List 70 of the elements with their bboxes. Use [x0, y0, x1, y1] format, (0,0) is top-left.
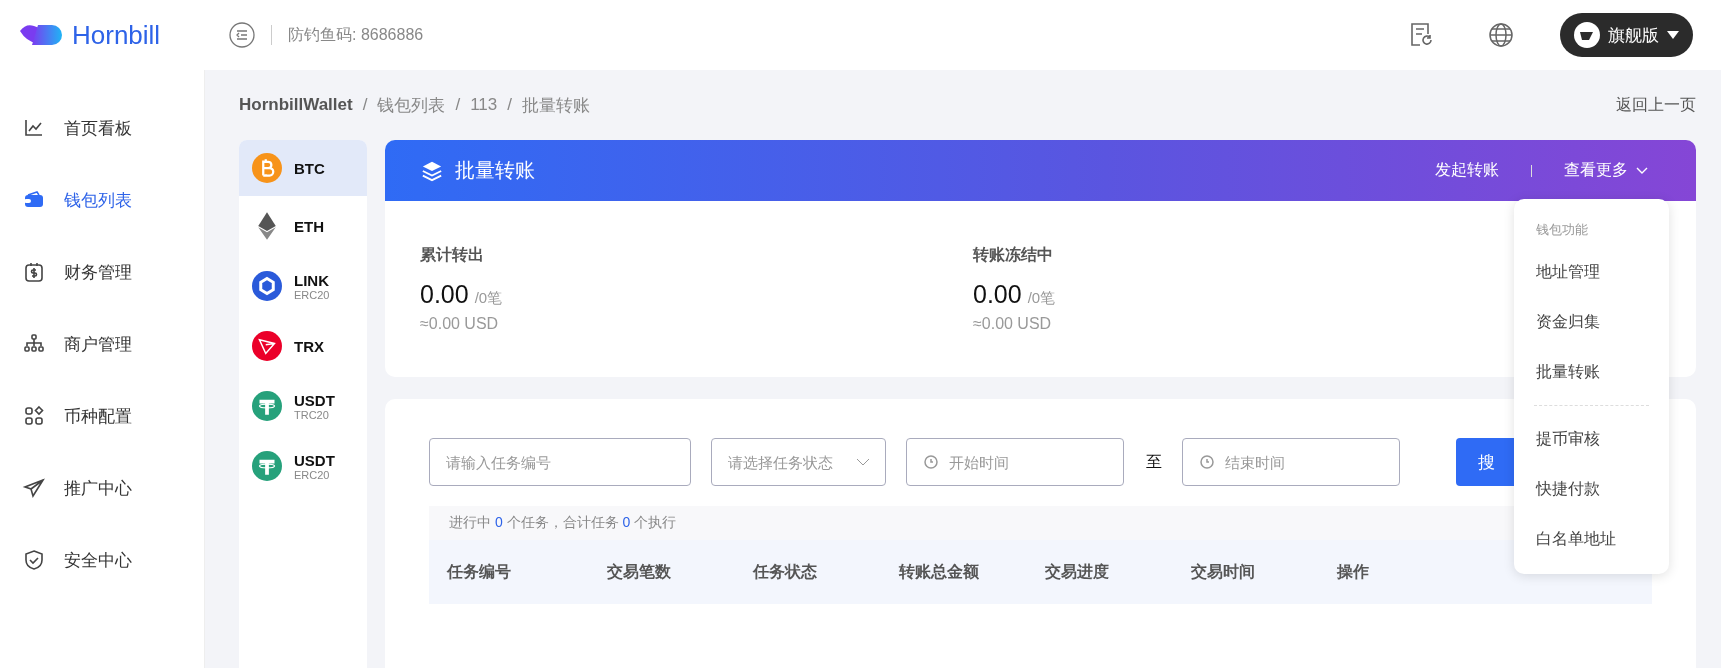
coin-item[interactable]: LINK ERC20 [239, 256, 367, 316]
column-header: 交易笔数 [607, 561, 672, 582]
breadcrumb-separator: / [455, 95, 461, 115]
column-header: 交易进度 [1045, 561, 1110, 582]
trx-coin-icon [252, 331, 282, 361]
document-refresh-icon[interactable] [1408, 22, 1434, 48]
coin-item[interactable]: USDT ERC20 [239, 436, 367, 496]
stat-usd: ≈0.00 USD [420, 315, 499, 333]
menu-header: 钱包功能 [1535, 221, 1589, 239]
sidebar-item[interactable]: 币种配置 [0, 402, 204, 430]
column-header: 转账总金额 [899, 561, 980, 582]
dollar-calendar-icon [22, 260, 46, 284]
layers-icon [421, 159, 443, 182]
task-id-field[interactable]: 请输入任务编号 [429, 438, 691, 486]
chevron-down-icon [856, 457, 870, 467]
shield-check-icon [22, 548, 46, 572]
range-separator: 至 [1146, 451, 1162, 472]
stat-count: /0笔 [1027, 289, 1056, 308]
logo-icon [20, 23, 64, 47]
column-header: 操作 [1337, 561, 1370, 582]
sidebar-item[interactable]: 首页看板 [0, 114, 204, 142]
sidebar-item[interactable]: 推广中心 [0, 474, 204, 502]
column-header: 任务状态 [753, 561, 818, 582]
column-header: 任务编号 [447, 561, 512, 582]
apps-icon [22, 404, 46, 428]
plan-logo-icon [1574, 22, 1600, 48]
sidebar-item[interactable]: 钱包列表 [0, 186, 204, 214]
end-time-field[interactable]: 结束时间 [1182, 438, 1400, 486]
sidebar-item[interactable]: 商户管理 [0, 330, 204, 358]
menu-item[interactable]: 地址管理 [1514, 247, 1669, 297]
clock-icon [1200, 455, 1214, 469]
column-header: 交易时间 [1191, 561, 1256, 582]
sidebar-item[interactable]: 安全中心 [0, 546, 204, 574]
chevron-down-icon [1636, 166, 1648, 175]
brand-name: Hornbill [72, 19, 161, 51]
stat-label: 转账冻结中 [973, 245, 1054, 265]
globe-icon[interactable] [1488, 22, 1514, 48]
clock-icon [924, 455, 938, 469]
stat-count: /0笔 [474, 289, 503, 308]
usdt-coin-icon [252, 451, 282, 481]
breadcrumb-separator: / [362, 95, 368, 115]
stat-value: 0.00 [420, 280, 469, 309]
coin-item[interactable]: ETH [239, 196, 367, 256]
anti-phishing-code: 防钓鱼码: 8686886 [288, 24, 424, 45]
breadcrumb-item: 批量转账 [521, 94, 590, 117]
banner-action[interactable]: 发起转账 [1429, 159, 1505, 182]
paper-plane-icon [22, 476, 46, 500]
sidebar-item[interactable]: 财务管理 [0, 258, 204, 286]
menu-collapse-icon[interactable] [229, 22, 255, 48]
status-select[interactable]: 请选择任务状态 [711, 438, 886, 486]
stat-value: 0.00 [973, 280, 1022, 309]
back-link[interactable]: 返回上一页 [1616, 94, 1696, 116]
breadcrumb-item[interactable]: HornbillWallet [239, 95, 353, 115]
stat-usd: ≈0.00 USD [973, 315, 1052, 333]
usdt-coin-icon [252, 391, 282, 421]
stat-label: 累计转出 [420, 245, 485, 265]
coin-item[interactable]: BTC [239, 140, 367, 196]
breadcrumb-separator: / [507, 95, 512, 115]
banner-action[interactable]: 查看更多 [1558, 159, 1654, 182]
btc-coin-icon [252, 153, 282, 183]
page-title: 批量转账 [455, 158, 535, 183]
menu-item[interactable]: 白名单地址 [1514, 514, 1669, 564]
plan-button[interactable]: 旗舰版 [1560, 13, 1693, 57]
caret-icon [1667, 30, 1679, 40]
menu-item[interactable]: 批量转账 [1514, 347, 1669, 397]
coin-item[interactable]: USDT TRC20 [239, 376, 367, 436]
link-coin-icon [252, 271, 282, 301]
start-time-field[interactable]: 开始时间 [906, 438, 1124, 486]
menu-item[interactable]: 资金归集 [1514, 297, 1669, 347]
coin-item[interactable]: TRX [239, 316, 367, 376]
